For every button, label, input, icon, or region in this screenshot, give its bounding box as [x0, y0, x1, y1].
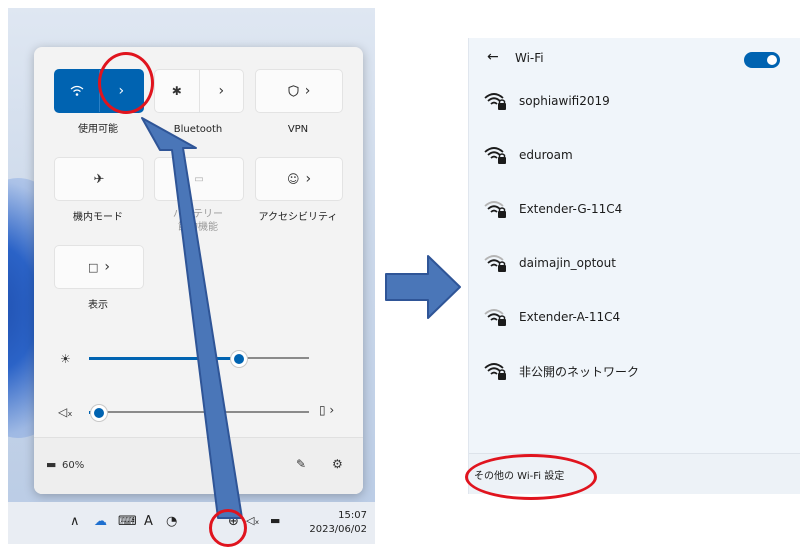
quick-settings-footer: ▬ 60% ✎ ⚙: [34, 437, 363, 494]
bluetooth-tile-label: Bluetooth: [173, 124, 223, 135]
taskbar-clock[interactable]: 15:07 2023/06/02: [309, 509, 367, 537]
battery-saver-label-line2: 節約機能: [178, 222, 218, 233]
chevron-right-icon: ›: [218, 83, 225, 99]
speaker-muted-icon[interactable]: ◁ₓ: [58, 405, 73, 419]
wifi-network-name: Extender-A-11C4: [519, 310, 621, 324]
clock-time: 15:07: [338, 510, 367, 521]
wifi-network-item[interactable]: daimajin_optout: [483, 248, 616, 278]
toggle-knob: [767, 55, 777, 65]
wifi-toggle-button[interactable]: [55, 70, 99, 112]
wifi-network-item[interactable]: Extender-G-11C4: [483, 194, 622, 224]
wifi-panel-title: Wi-Fi: [515, 51, 544, 65]
wifi-network-name: eduroam: [519, 148, 573, 162]
airplane-mode-label: 機内モード: [73, 212, 123, 223]
pencil-icon[interactable]: ✎: [296, 457, 306, 471]
battery-saver-icon: ▭: [194, 173, 204, 185]
wifi-toggle-switch[interactable]: [744, 52, 780, 68]
volume-slider-thumb[interactable]: [91, 405, 108, 421]
wifi-network-name: daimajin_optout: [519, 256, 616, 270]
wifi-secured-icon: [484, 93, 506, 110]
display-tile-label: 表示: [88, 300, 108, 311]
wifi-secured-icon: [484, 363, 506, 380]
wifi-secured-icon: [484, 147, 506, 164]
bluetooth-toggle-button[interactable]: ✱: [155, 70, 199, 112]
accessibility-tile[interactable]: ☺ ›: [255, 157, 343, 201]
vpn-tile[interactable]: ›: [255, 69, 343, 113]
wifi-tile[interactable]: ›: [54, 69, 144, 113]
bluetooth-icon: ✱: [171, 84, 182, 98]
bluetooth-tile[interactable]: ✱ ›: [154, 69, 244, 113]
wifi-expand-button[interactable]: ›: [100, 70, 144, 112]
battery-percent[interactable]: 60%: [62, 459, 84, 473]
wifi-panel-footer: その他の Wi-Fi 設定: [469, 453, 800, 494]
brightness-icon: ☀: [60, 352, 71, 366]
chevron-right-icon: ›: [118, 83, 125, 99]
wifi-network-list-panel: ← Wi-Fi sophiawifi2019 eduroam Extender-G-…: [468, 38, 800, 494]
annotation-right-arrow: [385, 255, 461, 319]
battery-saver-label: バッテリー 節約機能: [153, 208, 243, 234]
airplane-mode-tile[interactable]: ✈: [54, 157, 144, 201]
arrow-left-icon[interactable]: ←: [487, 49, 499, 65]
more-wifi-settings-link[interactable]: その他の Wi-Fi 設定: [474, 467, 564, 482]
wifi-network-name: 非公開のネットワーク: [519, 364, 640, 379]
chevron-right-icon: ›: [104, 259, 110, 275]
globe-icon[interactable]: ⊕: [228, 514, 239, 529]
battery-saver-label-line1: バッテリー: [173, 209, 223, 220]
chevron-right-icon: ›: [304, 83, 311, 99]
brightness-slider-fill: [89, 357, 239, 360]
keyboard-icon[interactable]: ⌨: [118, 514, 137, 529]
display-icon: □: [87, 260, 99, 274]
wifi-network-name: sophiawifi2019: [519, 94, 610, 108]
chevron-up-icon[interactable]: ∧: [70, 514, 80, 529]
quick-settings-panel: › 使用可能 ✱ › Bluetooth › VPN ✈ 機内モード ▭ バッテ…: [34, 47, 363, 494]
wifi-secured-icon: [484, 309, 506, 326]
accessibility-label: アクセシビリティ: [258, 212, 338, 223]
airplane-icon: ✈: [93, 171, 105, 187]
wifi-network-item[interactable]: Extender-A-11C4: [483, 302, 620, 332]
clock-date: 2023/06/02: [309, 524, 367, 535]
wifi-network-item[interactable]: sophiawifi2019: [483, 86, 610, 116]
wifi-secured-icon: [484, 255, 506, 272]
accessibility-icon: ☺: [286, 172, 300, 186]
wifi-secured-icon: [484, 201, 506, 218]
speaker-device-icon[interactable]: ▯ ›: [319, 403, 334, 417]
wifi-network-name: Extender-G-11C4: [519, 202, 623, 216]
brightness-slider-thumb[interactable]: [230, 351, 247, 367]
wifi-network-item[interactable]: eduroam: [483, 140, 573, 170]
cloud-icon[interactable]: ☁: [94, 514, 107, 529]
battery-icon[interactable]: ▬: [46, 458, 56, 472]
display-tile[interactable]: □ ›: [54, 245, 144, 289]
bluetooth-expand-button[interactable]: ›: [200, 70, 244, 112]
ime-indicator[interactable]: A: [144, 514, 153, 529]
battery-saver-tile[interactable]: ▭: [154, 157, 244, 201]
gear-icon[interactable]: ⚙: [332, 457, 343, 471]
speaker-muted-icon[interactable]: ◁ₓ: [246, 514, 259, 527]
volume-slider-track[interactable]: [89, 411, 309, 413]
battery-icon[interactable]: ▬: [270, 514, 280, 527]
wifi-tile-label: 使用可能: [78, 124, 118, 135]
taskbar: ∧ ☁ ⌨ A ◔ ⊕ ◁ₓ ▬ 15:07 2023/06/02: [8, 502, 375, 544]
chevron-right-icon: ›: [305, 171, 312, 187]
shield-icon: [288, 85, 299, 97]
clock-icon[interactable]: ◔: [166, 514, 177, 529]
wifi-network-item[interactable]: 非公開のネットワーク: [483, 356, 639, 386]
wifi-icon: [70, 85, 84, 96]
vpn-tile-label: VPN: [287, 124, 309, 135]
